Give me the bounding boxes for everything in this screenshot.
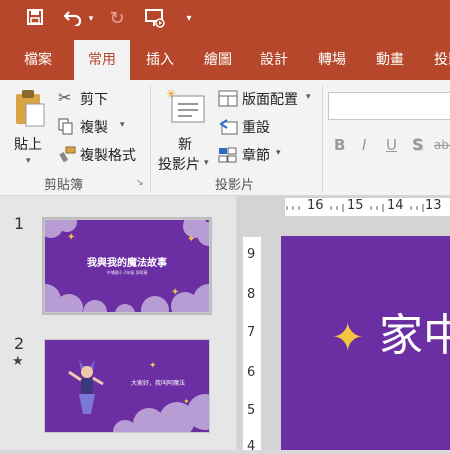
reset-icon [219, 119, 238, 135]
copy-icon [58, 118, 73, 135]
slide-thumbnail-pane[interactable]: 1 ✦ ✦ ✦ 我與我的魔法故事 中埔國小 2年級 邱宥蓁 2 ★ ✦ ✦ 大家… [0, 196, 236, 450]
slide-2-text: 大家好，我叫阿魔法 [131, 380, 186, 387]
svg-text:✦: ✦ [183, 397, 190, 406]
tab-draw[interactable]: 繪圖 [190, 40, 246, 80]
slide-thumbnail-1[interactable]: ✦ ✦ ✦ 我與我的魔法故事 中埔國小 2年級 邱宥蓁 [42, 217, 212, 315]
tab-home[interactable]: 常用 [74, 40, 130, 80]
character-illustration [68, 360, 104, 414]
ruler-mark: 6 [247, 365, 256, 380]
reset-button[interactable]: 重設 [218, 116, 288, 138]
svg-text:✦: ✦ [149, 361, 157, 371]
copy-label: 複製 [80, 120, 108, 136]
clipboard-group-label: 剪貼簿 [44, 178, 84, 193]
layout-button[interactable]: 版面配置 ▾ [218, 88, 318, 110]
slide-number: 2 [14, 334, 25, 353]
cut-button[interactable]: ✂ 剪下 [58, 88, 138, 110]
ribbon: 貼上 ▾ ✂ 剪下 複製 ▾ 複製格式 剪貼簿 ↘ ✳ 新 投影片 ▾ 版面配置… [0, 80, 450, 196]
underline-button[interactable]: U [386, 136, 397, 154]
format-painter-button[interactable]: 複製格式 [58, 144, 144, 166]
slide-1-subtitle: 中埔國小 2年級 邱宥蓁 [106, 270, 148, 275]
current-slide-canvas[interactable]: ✦ 家中 [281, 236, 450, 450]
reset-label: 重設 [242, 120, 270, 136]
undo-dropdown-icon[interactable]: ▾ [86, 8, 96, 30]
ruler-mark: 7 [247, 325, 256, 340]
ruler-mark: 8 [247, 287, 256, 302]
tab-animations[interactable]: 動畫 [362, 40, 418, 80]
slide-animation-star-icon: ★ [12, 354, 24, 369]
ruler-mark: 16 [307, 198, 324, 213]
tab-transitions[interactable]: 轉場 [304, 40, 360, 80]
clipboard-dialog-launcher-icon[interactable]: ↘ [136, 178, 144, 188]
vertical-ruler: 9 8 7 6 5 4 [243, 237, 261, 454]
slide-number: 1 [14, 214, 25, 233]
svg-text:✦: ✦ [187, 234, 195, 245]
tab-slideshow[interactable]: 投影 [420, 40, 450, 80]
horizontal-ruler: 16 15 14 13 [285, 198, 450, 216]
format-painter-label: 複製格式 [80, 148, 136, 164]
new-slide-icon: ✳ [166, 88, 205, 123]
new-slide-button[interactable]: ✳ 新 投影片 ▾ [158, 86, 214, 174]
svg-text:✦: ✦ [67, 232, 75, 243]
scissors-icon: ✂ [58, 88, 72, 107]
group-divider [322, 86, 323, 192]
italic-button[interactable]: I [362, 136, 366, 154]
ruler-mark: 5 [247, 403, 256, 418]
section-label: 章節 [242, 148, 270, 164]
copy-button[interactable]: 複製 ▾ [58, 116, 140, 138]
format-painter-icon [59, 146, 76, 163]
paste-dropdown-icon[interactable]: ▾ [26, 156, 31, 166]
slide-text[interactable]: 家中 [379, 310, 450, 362]
ruler-mark: 14 [387, 198, 404, 213]
layout-label: 版面配置 [242, 92, 298, 108]
clipboard-icon [16, 90, 45, 127]
layout-dropdown-icon[interactable]: ▾ [306, 92, 311, 102]
save-icon[interactable] [24, 8, 46, 32]
tab-file[interactable]: 檔案 [10, 40, 66, 80]
slides-group-label: 投影片 [215, 178, 255, 193]
ruler-mark: 15 [347, 198, 364, 213]
present-from-beginning-icon[interactable] [142, 8, 168, 34]
tab-design[interactable]: 設計 [246, 40, 302, 80]
quick-access-toolbar: ▾ ↻ ▾ [0, 0, 450, 40]
customize-toolbar-icon[interactable]: ▾ [182, 8, 196, 30]
font-name-box[interactable] [328, 92, 450, 120]
sparkle-icon: ✦ [331, 315, 365, 361]
undo-icon[interactable] [62, 8, 84, 32]
new-slide-dropdown-icon[interactable]: ▾ [204, 158, 209, 168]
ruler-mark: 9 [247, 247, 256, 262]
slide-1-title: 我與我的魔法故事 [87, 258, 167, 269]
paste-label: 貼上 [14, 137, 42, 153]
strikethrough-button[interactable]: abc [434, 138, 450, 152]
bold-button[interactable]: B [334, 136, 345, 154]
ruler-mark: 4 [247, 439, 256, 454]
section-button[interactable]: 章節 ▾ [218, 144, 298, 166]
tab-insert[interactable]: 插入 [132, 40, 188, 80]
layout-icon [218, 90, 238, 107]
new-slide-label-1: 新 [178, 137, 192, 153]
section-dropdown-icon[interactable]: ▾ [276, 148, 281, 158]
svg-text:✦: ✦ [171, 287, 179, 298]
cut-label: 剪下 [80, 92, 108, 108]
ruler-mark: 13 [425, 198, 442, 213]
slide-thumbnail-2[interactable]: ✦ ✦ 大家好，我叫阿魔法 [44, 339, 210, 433]
text-shadow-button[interactable]: S [412, 135, 424, 154]
copy-dropdown-icon[interactable]: ▾ [120, 120, 125, 130]
group-divider [150, 86, 151, 192]
new-slide-label-2: 投影片 [158, 157, 200, 173]
ribbon-tabs: 檔案 常用 插入 繪圖 設計 轉場 動畫 投影 [0, 40, 450, 80]
paste-button[interactable]: 貼上 ▾ [10, 86, 50, 170]
section-icon [218, 147, 237, 163]
redo-icon[interactable]: ↻ [106, 8, 128, 30]
